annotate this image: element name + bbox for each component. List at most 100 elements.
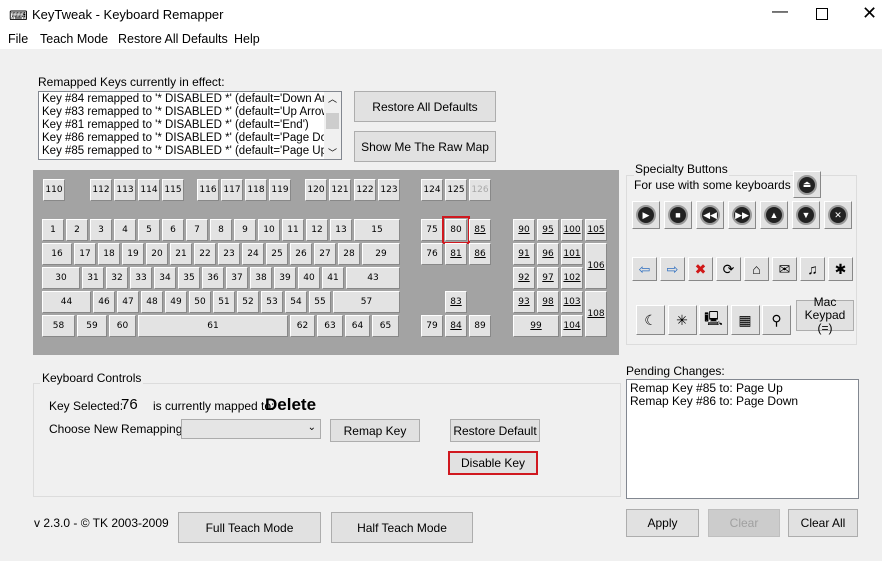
key-98[interactable]: 98 <box>537 291 559 313</box>
key-102[interactable]: 102 <box>561 267 583 289</box>
pending-list-item[interactable]: Remap Key #86 to: Page Down <box>630 395 855 408</box>
key-11[interactable]: 11 <box>282 219 304 241</box>
maximize-button[interactable] <box>816 8 828 20</box>
key-26[interactable]: 26 <box>290 243 312 265</box>
raw-map-button[interactable]: Show Me The Raw Map <box>354 131 496 162</box>
key-17[interactable]: 17 <box>74 243 96 265</box>
key-62[interactable]: 62 <box>290 315 315 337</box>
restore-all-defaults-button[interactable]: Restore All Defaults <box>354 91 496 122</box>
key-92[interactable]: 92 <box>513 267 535 289</box>
key-125[interactable]: 125 <box>445 179 467 201</box>
key-48[interactable]: 48 <box>141 291 163 313</box>
key-8[interactable]: 8 <box>210 219 232 241</box>
pending-changes-list[interactable]: Remap Key #85 to: Page Up Remap Key #86 t… <box>626 379 859 499</box>
key-114[interactable]: 114 <box>138 179 160 201</box>
key-121[interactable]: 121 <box>329 179 351 201</box>
key-6[interactable]: 6 <box>162 219 184 241</box>
menu-restore-all-defaults[interactable]: Restore All Defaults <box>118 32 228 46</box>
key-23[interactable]: 23 <box>218 243 240 265</box>
key-64[interactable]: 64 <box>345 315 370 337</box>
mac-keypad-button[interactable]: Mac Keypad (=) <box>796 296 854 335</box>
menu-file[interactable]: File <box>8 32 28 46</box>
key-13[interactable]: 13 <box>330 219 352 241</box>
key-99[interactable]: 99 <box>513 315 559 337</box>
key-34[interactable]: 34 <box>154 267 176 289</box>
remapped-list-item[interactable]: Key #83 remapped to '* DISABLED *' (defa… <box>42 106 324 119</box>
key-103[interactable]: 103 <box>561 291 583 313</box>
key-106[interactable]: 106 <box>585 243 607 289</box>
key-9[interactable]: 9 <box>234 219 256 241</box>
key-97[interactable]: 97 <box>537 267 559 289</box>
scrollbar[interactable]: ︿ ﹀ <box>324 92 341 159</box>
forward-arrow-button[interactable]: ⇨ <box>660 257 685 281</box>
scrollbar-thumb[interactable] <box>326 113 339 129</box>
key-61[interactable]: 61 <box>138 315 288 337</box>
key-38[interactable]: 38 <box>250 267 272 289</box>
key-110[interactable]: 110 <box>43 179 65 201</box>
key-46[interactable]: 46 <box>93 291 115 313</box>
key-60[interactable]: 60 <box>109 315 136 337</box>
media-button[interactable]: ♫ <box>800 257 825 281</box>
key-30[interactable]: 30 <box>42 267 80 289</box>
key-80[interactable]: 80 <box>442 216 470 244</box>
key-37[interactable]: 37 <box>226 267 248 289</box>
remapped-list-item[interactable]: Key #86 remapped to '* DISABLED *' (defa… <box>42 132 324 145</box>
key-75[interactable]: 75 <box>421 219 443 241</box>
key-53[interactable]: 53 <box>261 291 283 313</box>
key-76[interactable]: 76 <box>421 243 443 265</box>
key-12[interactable]: 12 <box>306 219 328 241</box>
restore-default-button[interactable]: Restore Default <box>450 419 540 442</box>
key-119[interactable]: 119 <box>269 179 291 201</box>
stop-browser-button[interactable]: ✖ <box>688 257 713 281</box>
key-95[interactable]: 95 <box>537 219 559 241</box>
key-51[interactable]: 51 <box>213 291 235 313</box>
key-5[interactable]: 5 <box>138 219 160 241</box>
volume-up-button[interactable]: ▲ <box>760 201 788 229</box>
wake-button[interactable]: ✳ <box>667 305 697 335</box>
key-47[interactable]: 47 <box>117 291 139 313</box>
key-36[interactable]: 36 <box>202 267 224 289</box>
key-113[interactable]: 113 <box>114 179 136 201</box>
key-63[interactable]: 63 <box>317 315 343 337</box>
key-21[interactable]: 21 <box>170 243 192 265</box>
key-58[interactable]: 58 <box>42 315 75 337</box>
remapped-list-item[interactable]: Key #85 remapped to '* DISABLED *' (defa… <box>42 145 324 158</box>
key-4[interactable]: 4 <box>114 219 136 241</box>
key-33[interactable]: 33 <box>130 267 152 289</box>
half-teach-mode-button[interactable]: Half Teach Mode <box>331 512 473 543</box>
key-35[interactable]: 35 <box>178 267 200 289</box>
key-79[interactable]: 79 <box>421 315 443 337</box>
key-22[interactable]: 22 <box>194 243 216 265</box>
key-83[interactable]: 83 <box>445 291 467 313</box>
key-52[interactable]: 52 <box>237 291 259 313</box>
minimize-button[interactable]: — <box>772 3 788 21</box>
my-computer-button[interactable]: 🖳 <box>699 305 728 335</box>
key-28[interactable]: 28 <box>338 243 360 265</box>
calculator-button[interactable]: ▦ <box>730 305 760 335</box>
key-108[interactable]: 108 <box>585 291 607 337</box>
mute-button[interactable]: ✕ <box>824 201 852 229</box>
clear-button[interactable]: Clear <box>708 509 780 537</box>
key-101[interactable]: 101 <box>561 243 583 265</box>
key-31[interactable]: 31 <box>82 267 104 289</box>
sleep-button[interactable]: ☾ <box>636 305 665 335</box>
full-teach-mode-button[interactable]: Full Teach Mode <box>178 512 321 543</box>
search-button[interactable]: ⚲ <box>762 305 791 335</box>
key-116[interactable]: 116 <box>197 179 219 201</box>
back-arrow-button[interactable]: ⇦ <box>632 257 657 281</box>
key-84[interactable]: 84 <box>445 315 467 337</box>
key-89[interactable]: 89 <box>469 315 491 337</box>
key-65[interactable]: 65 <box>372 315 399 337</box>
key-112[interactable]: 112 <box>90 179 112 201</box>
key-122[interactable]: 122 <box>354 179 376 201</box>
remapping-dropdown[interactable]: ⌄ <box>181 419 321 439</box>
key-16[interactable]: 16 <box>42 243 72 265</box>
key-57[interactable]: 57 <box>333 291 400 313</box>
key-29[interactable]: 29 <box>362 243 400 265</box>
key-59[interactable]: 59 <box>77 315 107 337</box>
key-2[interactable]: 2 <box>66 219 88 241</box>
key-126[interactable]: 126 <box>469 179 491 201</box>
key-118[interactable]: 118 <box>245 179 267 201</box>
key-32[interactable]: 32 <box>106 267 128 289</box>
scroll-up-icon[interactable]: ︿ <box>328 92 337 105</box>
